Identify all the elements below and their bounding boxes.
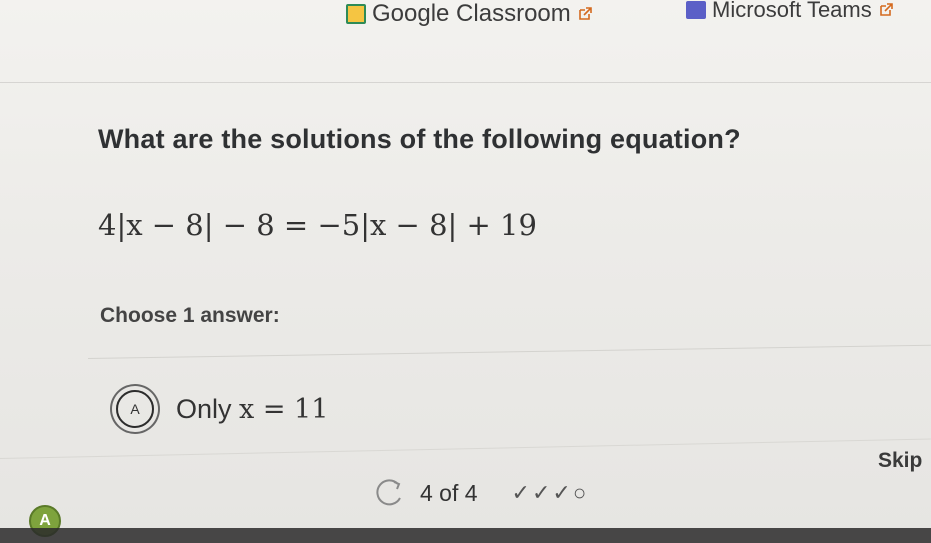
answer-text: Only x = 11 [176, 394, 328, 425]
answer-math: x = 11 [239, 393, 329, 425]
refresh-icon[interactable] [372, 476, 406, 510]
skip-button[interactable]: Skip [878, 449, 922, 473]
answer-text-prefix: Only [176, 393, 240, 424]
divider [0, 438, 931, 459]
external-link-icon [578, 7, 592, 20]
question-prompt: What are the solutions of the following … [98, 124, 741, 154]
choose-label: Choose 1 answer: [100, 304, 280, 327]
bookmark-google-classroom[interactable]: Google Classroom [346, 0, 593, 28]
equation: 4|x − 8| − 8 = −5|x − 8| + 19 [98, 208, 537, 242]
bookmark-label: Microsoft Teams [712, 0, 872, 22]
bookmark-microsoft-teams[interactable]: Microsoft Teams [686, 0, 894, 23]
progress-marks: ✓✓✓○ [511, 480, 589, 505]
bookmark-label: Google Classroom [372, 0, 571, 27]
google-classroom-icon [346, 4, 366, 24]
microsoft-teams-icon [686, 1, 706, 19]
answer-option-a[interactable]: A Only x = 11 [116, 390, 328, 428]
external-link-icon [879, 3, 893, 16]
screen-bezel [0, 528, 931, 543]
choice-letter-badge[interactable]: A [116, 390, 154, 428]
progress-area: 4 of 4 ✓✓✓○ [372, 476, 588, 510]
divider [87, 344, 931, 359]
question-counter: 4 of 4 [420, 479, 478, 506]
bookmarks-bar: Google Classroom Microsoft Teams [0, 0, 931, 83]
